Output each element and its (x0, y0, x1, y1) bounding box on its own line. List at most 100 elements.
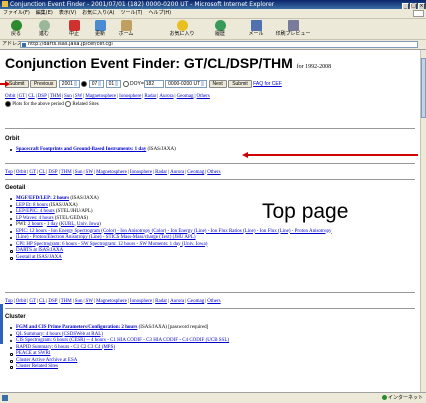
nav-orbit[interactable]: Orbit (16, 299, 27, 304)
menu-file[interactable]: ファイル(F) (3, 10, 30, 16)
vertical-scrollbar[interactable] (420, 50, 426, 392)
nav-sw[interactable]: SW (75, 94, 83, 99)
nav-orbit[interactable]: Orbit (16, 170, 27, 175)
nav-orbit[interactable]: Orbit (5, 94, 16, 99)
ql-summary-link[interactable]: QL Summary: 4 hours (CSDSWeb at RAL) (16, 332, 103, 337)
doy-radio[interactable] (122, 80, 129, 87)
doy-input[interactable]: 182 (143, 79, 164, 88)
section-nav: Orbit|GT|CL|DSP|THM|Sun|SW|Magnetosphere… (5, 94, 210, 99)
year-select[interactable]: 2001 (58, 79, 80, 88)
related-radio[interactable] (65, 101, 72, 107)
date-radio[interactable] (81, 80, 88, 87)
footprints-link[interactable]: Spacecraft Footprints and Ground-Based I… (16, 147, 146, 152)
nav-thm[interactable]: THM (50, 94, 61, 99)
back-button[interactable]: 戻る (4, 20, 28, 37)
menu-edit[interactable]: 編集(E) (36, 10, 53, 16)
nav-top[interactable]: Top (5, 299, 13, 304)
fgm-cis-link[interactable]: FGM and CIS Prime Parameters/Configurati… (16, 325, 137, 330)
nav-cl[interactable]: CL (39, 299, 45, 304)
geotail-lep-et-link[interactable]: LEP Et: 8 hours (16, 203, 48, 208)
security-zone: インターネット (381, 393, 423, 403)
history-button[interactable]: 履歴 (210, 20, 230, 37)
cis-spectrogram-link[interactable]: CIS Spectrogram: 6 hours (CESR) -- 4 hou… (16, 338, 229, 343)
globe-icon (381, 395, 387, 400)
nav-aurora[interactable]: Aurora (170, 170, 184, 175)
print-preview-button[interactable]: 印刷プレビュー (274, 20, 312, 37)
nav-thm[interactable]: THM (61, 170, 72, 175)
nav-others[interactable]: Others (207, 170, 220, 175)
faq-link[interactable]: FAQ for CEF (253, 81, 282, 87)
nav-gt[interactable]: GT (29, 299, 36, 304)
nav-geomag[interactable]: Geomag (177, 94, 194, 99)
nav-sw[interactable]: SW (86, 299, 94, 304)
nav-aurora[interactable]: Aurora (170, 299, 184, 304)
geotail-lp-waves-link[interactable]: LP Waves: 4 hours (16, 216, 54, 221)
nav-sw[interactable]: SW (86, 170, 94, 175)
forward-button[interactable]: 進む (32, 20, 56, 37)
windows-logo-icon (413, 10, 424, 17)
pwi-1d-link[interactable]: 1 day (47, 222, 58, 227)
mail-button[interactable]: メール (246, 20, 266, 37)
nav-others[interactable]: Others (197, 94, 210, 99)
rapid-summary-link[interactable]: RAPID Summary: 6 hours - C1 C2 C3 C4 (MP… (16, 345, 115, 350)
favorites-button[interactable]: お気に入り (168, 20, 196, 37)
day-select[interactable]: 01 (105, 79, 122, 88)
geotail-isas-link[interactable]: Geotail at ISAS/JAXA (16, 255, 62, 260)
nav-dsp[interactable]: DSP (48, 170, 57, 175)
plots-radio[interactable] (5, 101, 11, 107)
epic-links-continued[interactable]: (Line) - Proton/Electron Anisotropy (Lin… (16, 235, 196, 240)
menu-tools[interactable]: ツール(T) (121, 10, 143, 16)
nav-sun[interactable]: Sun (75, 170, 83, 175)
nav-dsp[interactable]: DSP (38, 94, 47, 99)
month-select[interactable]: 07 (88, 79, 105, 88)
time-select[interactable]: 0000-0200 UT (165, 79, 208, 88)
geotail-mgf-link[interactable]: MGF/EFD/LEP: 2 hours (16, 196, 69, 201)
nav-others[interactable]: Others (207, 299, 220, 304)
menu-help[interactable]: ヘルプ(H) (148, 10, 171, 16)
menu-favorites[interactable]: お気に入り(A) (82, 10, 114, 16)
nav-magnetosphere[interactable]: Magnetosphere (85, 94, 116, 99)
nav-cl[interactable]: CL (28, 94, 34, 99)
darts-link[interactable]: DARTS at ISAS/JAXA (16, 248, 63, 253)
cpi-links[interactable]: CPI: HP Spectrogram: 6 hours - SW Spectr… (16, 242, 207, 247)
nav-gt[interactable]: GT (19, 94, 26, 99)
next-button[interactable]: Next (208, 79, 227, 88)
submit2-button[interactable]: Submit (228, 79, 252, 88)
stop-button[interactable]: 中止 (64, 20, 84, 37)
kubl-link[interactable]: KUBL (61, 222, 75, 227)
geotail-lep-epic-link[interactable]: LEP/EPIC: 4 hours (16, 209, 55, 214)
nav-sun[interactable]: Sun (75, 299, 83, 304)
pwi-2h-link[interactable]: 2 hours (28, 222, 43, 227)
divider (5, 163, 415, 164)
nav-aurora[interactable]: Aurora (159, 94, 173, 99)
caa-link[interactable]: Cluster Active Archive at ESA (16, 358, 77, 363)
nav-ionosphere[interactable]: Ionosphere (130, 170, 152, 175)
univ-iowa-link[interactable]: Univ. Iowa (77, 222, 99, 227)
nav-sun[interactable]: Sun (64, 94, 72, 99)
nav-magnetosphere[interactable]: Magnetosphere (96, 170, 127, 175)
nav-cl[interactable]: CL (39, 170, 45, 175)
peace-link[interactable]: PEACE at SWRI (16, 351, 50, 356)
address-input[interactable]: http://darts.isas.jaxa.jp/cef/cef.cgi (20, 41, 418, 48)
nav-radar[interactable]: Radar (155, 170, 167, 175)
nav-geomag[interactable]: Geomag (187, 170, 204, 175)
nav-thm[interactable]: THM (61, 299, 72, 304)
nav-dsp[interactable]: DSP (48, 299, 57, 304)
nav-geomag[interactable]: Geomag (187, 299, 204, 304)
list-item: Geotail at ISAS/JAXA (10, 255, 415, 262)
menu-view[interactable]: 表示(V) (59, 10, 76, 16)
home-button[interactable]: ホーム (116, 20, 136, 37)
list-item: Cluster Related Sites (10, 364, 415, 371)
epic-links[interactable]: EPIC: 12 hours - Ion Energy Spectrogram … (16, 229, 331, 234)
nav-ionosphere[interactable]: Ionosphere (119, 94, 141, 99)
cluster-related-link[interactable]: Cluster Related Sites (16, 364, 58, 369)
previous-button[interactable]: Previous (29, 79, 58, 88)
nav-ionosphere[interactable]: Ionosphere (130, 299, 152, 304)
refresh-button[interactable]: 更新 (90, 20, 110, 37)
nav-radar[interactable]: Radar (155, 299, 167, 304)
nav-magnetosphere[interactable]: Magnetosphere (96, 299, 127, 304)
nav-radar[interactable]: Radar (144, 94, 156, 99)
scrollbar-thumb[interactable] (421, 58, 426, 118)
nav-gt[interactable]: GT (29, 170, 36, 175)
nav-top[interactable]: Top (5, 170, 13, 175)
